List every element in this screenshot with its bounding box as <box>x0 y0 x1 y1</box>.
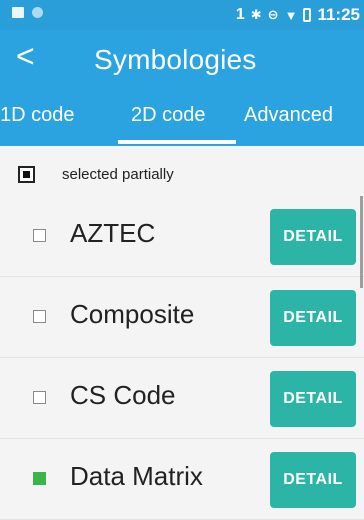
notification-icon <box>12 7 24 18</box>
battery-icon <box>303 8 312 22</box>
composite-detail-button[interactable]: DETAIL <box>270 290 356 346</box>
status-left-icons <box>12 7 43 18</box>
page-title: Symbologies <box>94 44 257 75</box>
data-matrix-checkbox[interactable] <box>33 472 46 485</box>
symbology-list: AZTEC DETAIL Composite DETAIL CS Code DE… <box>0 196 364 520</box>
status-right-icons: 1 ✱ ⊖ ▼ 11:25 <box>236 5 360 25</box>
cs-code-checkbox[interactable] <box>33 391 46 404</box>
list-item-composite: Composite DETAIL <box>0 277 364 358</box>
list-item-aztec: AZTEC DETAIL <box>0 196 364 277</box>
sync-icon <box>32 7 43 18</box>
list-item-cs-code: CS Code DETAIL <box>0 358 364 439</box>
do-not-disturb-icon: ⊖ <box>267 7 279 22</box>
tab-indicator <box>118 140 236 144</box>
aztec-label: AZTEC <box>70 218 156 248</box>
tab-bar: 1D code 2D code Advanced <box>0 86 364 146</box>
back-arrow-icon[interactable]: < <box>16 38 35 74</box>
aztec-checkbox[interactable] <box>33 229 46 242</box>
tab-1d-code[interactable]: 1D code <box>0 104 75 127</box>
tab-advanced[interactable]: Advanced <box>244 104 333 127</box>
composite-checkbox[interactable] <box>33 310 46 323</box>
select-all-row: selected partially <box>0 146 364 196</box>
data-matrix-label: Data Matrix <box>70 461 203 491</box>
scrollbar[interactable] <box>360 196 363 288</box>
select-all-checkbox[interactable] <box>18 166 35 183</box>
clock: 11:25 <box>317 5 360 24</box>
bluetooth-icon: ✱ <box>250 7 262 22</box>
status-bar: 1 ✱ ⊖ ▼ 11:25 <box>0 0 364 30</box>
aztec-detail-button[interactable]: DETAIL <box>270 209 356 265</box>
select-all-label: selected partially <box>62 166 174 183</box>
cs-code-label: CS Code <box>70 380 176 410</box>
composite-label: Composite <box>70 299 195 329</box>
cs-code-detail-button[interactable]: DETAIL <box>270 371 356 427</box>
wifi-icon: ▼ <box>284 7 298 23</box>
app-bar: < Symbologies <box>0 30 364 86</box>
data-matrix-detail-button[interactable]: DETAIL <box>270 452 356 508</box>
list-item-data-matrix: Data Matrix DETAIL <box>0 439 364 520</box>
notification-count: 1 <box>235 6 245 23</box>
tab-2d-code[interactable]: 2D code <box>131 104 206 127</box>
